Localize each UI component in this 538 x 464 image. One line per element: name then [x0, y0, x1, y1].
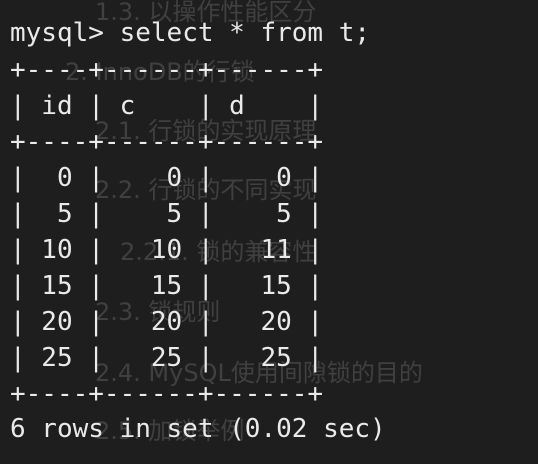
- table-row: | 0 | 0 | 0 |: [10, 163, 324, 193]
- table-border-top: +----+------+------+: [10, 55, 324, 85]
- table-row: | 5 | 5 | 5 |: [10, 199, 324, 229]
- table-border-mid: +----+------+------+: [10, 127, 324, 157]
- mysql-prompt: mysql>: [10, 18, 120, 48]
- table-row: | 15 | 15 | 15 |: [10, 271, 324, 301]
- table-header: | id | c | d |: [10, 91, 324, 121]
- terminal-window[interactable]: 1.3. 以操作性能区分 2. InnoDB的行锁 2.1. 行锁的实现原理 2…: [0, 0, 538, 464]
- sql-command: select * from t;: [119, 18, 371, 48]
- table-row: | 20 | 20 | 20 |: [10, 307, 324, 337]
- result-footer: 6 rows in set (0.02 sec): [10, 414, 386, 444]
- command-line: mysql> select * from t;: [10, 20, 370, 46]
- table-row: | 10 | 10 | 11 |: [10, 235, 324, 265]
- table-row: | 25 | 25 | 25 |: [10, 343, 324, 373]
- table-border-bottom: +----+------+------+: [10, 379, 324, 409]
